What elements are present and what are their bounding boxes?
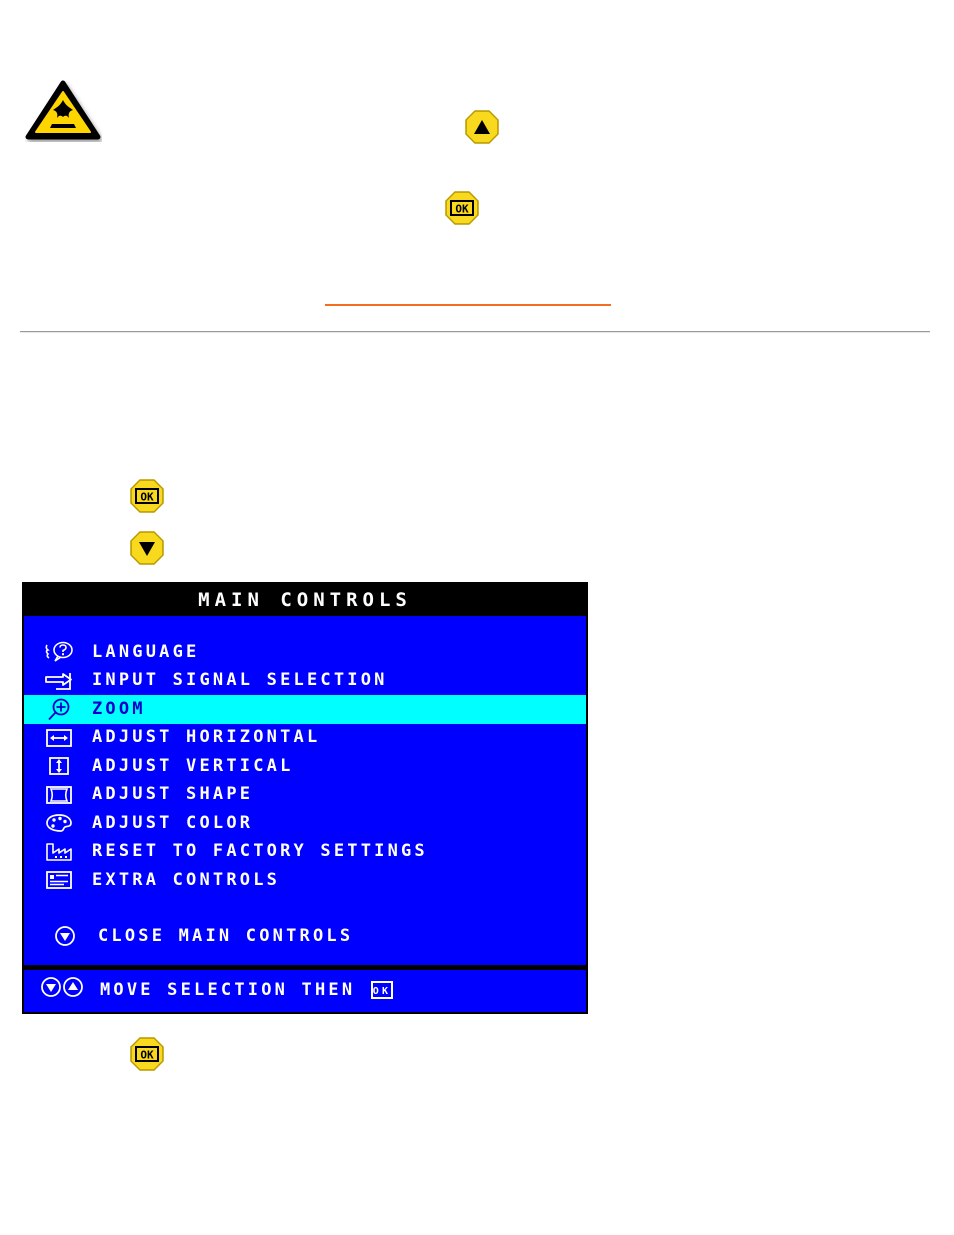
osd-item-adjust-horizontal[interactable]: ADJUST HORIZONTAL [24,724,586,753]
adjust-horizontal-icon [42,727,76,749]
osd-item-label: ADJUST HORIZONTAL [92,727,321,748]
osd-title-bar: MAIN CONTROLS [24,584,586,616]
osd-item-adjust-vertical[interactable]: ADJUST VERTICAL [24,752,586,781]
warning-triangle-icon [24,80,102,142]
down-arrow-button[interactable] [129,530,165,566]
osd-item-adjust-shape[interactable]: ADJUST SHAPE [24,781,586,810]
adjust-vertical-icon [42,755,76,777]
extra-controls-list-icon [42,869,76,891]
link-underline[interactable] [325,304,611,306]
osd-item-label: RESET TO FACTORY SETTINGS [92,841,428,862]
svg-text:OK: OK [140,1049,154,1062]
ok-button[interactable]: OK [444,190,480,226]
osd-item-label: EXTRA CONTROLS [92,869,281,890]
zoom-magnifier-plus-icon [42,698,76,721]
osd-menu-list: LANGUAGE INPUT SIGNAL SELECTION ZOOM ADJ… [24,616,586,951]
up-arrow-circle-icon [62,976,84,1003]
language-balloon-icon [42,641,76,663]
svg-text:OK: OK [455,203,469,216]
osd-list-spacer [24,895,586,921]
factory-reset-icon [42,841,76,863]
section-divider [20,331,930,333]
osd-item-extra-controls[interactable]: EXTRA CONTROLS [24,866,586,895]
down-arrow-circle-icon [40,976,62,1003]
osd-item-reset-to-factory-settings[interactable]: RESET TO FACTORY SETTINGS [24,838,586,867]
osd-item-label: ADJUST SHAPE [92,784,254,805]
osd-title-text: MAIN CONTROLS [198,589,412,611]
up-arrow-button[interactable] [464,109,500,145]
osd-close-label: CLOSE MAIN CONTROLS [98,925,354,946]
ok-button[interactable]: OK [129,1036,165,1072]
osd-item-language[interactable]: LANGUAGE [24,638,586,667]
input-signal-arrow-icon [42,670,76,692]
osd-footer-hint: MOVE SELECTION THEN OK [24,969,586,1010]
osd-item-label: ADJUST VERTICAL [92,755,294,776]
osd-item-label: ZOOM [92,698,146,719]
ok-key-icon: OK [371,980,394,999]
adjust-shape-icon [42,784,76,806]
adjust-color-palette-icon [42,812,76,834]
osd-item-label: LANGUAGE [92,641,200,662]
osd-item-input-signal-selection[interactable]: INPUT SIGNAL SELECTION [24,667,586,696]
ok-button[interactable]: OK [129,478,165,514]
down-arrow-circle-icon [52,925,78,947]
svg-text:OK: OK [140,491,154,504]
osd-item-zoom[interactable]: ZOOM [24,695,586,724]
svg-text:OK: OK [373,986,391,997]
osd-footer-arrows [40,976,84,1003]
osd-footer-label: MOVE SELECTION THEN [100,979,356,1000]
osd-item-label: ADJUST COLOR [92,812,254,833]
osd-item-label: INPUT SIGNAL SELECTION [92,670,388,691]
osd-main-controls-window: MAIN CONTROLS LANGUAGE INPUT SIGNAL SELE… [22,582,588,1014]
osd-item-adjust-color[interactable]: ADJUST COLOR [24,809,586,838]
osd-item-close-main-controls[interactable]: CLOSE MAIN CONTROLS [24,921,586,951]
